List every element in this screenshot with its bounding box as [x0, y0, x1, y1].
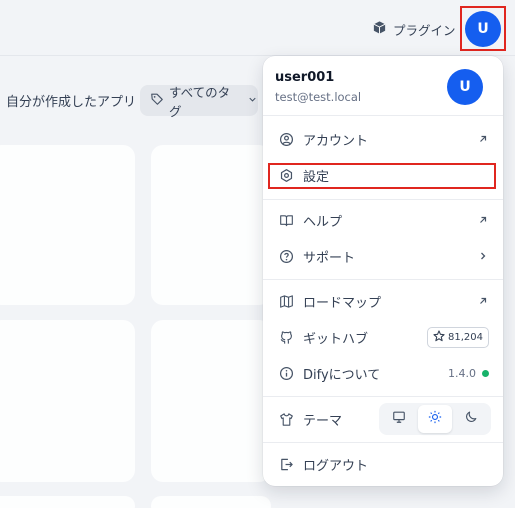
- settings-highlight-box: [268, 163, 496, 189]
- menu-user-header: user001 test@test.local U: [263, 56, 503, 115]
- divider: [263, 115, 503, 116]
- menu-item-account-label: アカウント: [303, 133, 369, 149]
- menu-item-account[interactable]: アカウント: [269, 123, 497, 155]
- menu-item-support[interactable]: サポート: [269, 240, 497, 272]
- menu-item-roadmap-label: ロードマップ: [303, 295, 382, 311]
- menu-item-help-label: ヘルプ: [303, 214, 343, 230]
- logout-icon: [279, 457, 294, 472]
- menu-item-theme: テーマ: [269, 403, 497, 435]
- app-card[interactable]: [151, 145, 271, 305]
- user-email: test@test.local: [275, 90, 362, 104]
- menu-item-logout[interactable]: ログアウト: [269, 448, 497, 480]
- app-card[interactable]: [151, 320, 271, 482]
- github-stars-count: 81,204: [448, 331, 483, 343]
- username: user001: [275, 70, 335, 85]
- menu-item-roadmap[interactable]: ロードマップ: [269, 285, 497, 317]
- account-dropdown-menu: user001 test@test.local U アカウント 設定 ヘルプ サ…: [263, 56, 503, 486]
- menu-item-github-label: ギットハブ: [303, 331, 369, 347]
- avatar: U: [447, 69, 483, 105]
- app-card[interactable]: [0, 496, 135, 508]
- menu-item-about-label: Difyについて: [303, 367, 381, 383]
- map-icon: [279, 294, 294, 309]
- book-icon: [279, 213, 294, 228]
- user-circle-icon: [279, 132, 294, 147]
- tag-filter-dropdown[interactable]: すべてのタグ: [140, 85, 258, 119]
- shirt-icon: [279, 412, 294, 427]
- menu-item-about[interactable]: Difyについて 1.4.0: [269, 357, 497, 389]
- theme-dark-button[interactable]: [454, 405, 488, 433]
- help-circle-icon: [279, 249, 294, 264]
- app-card[interactable]: [0, 145, 135, 305]
- github-stars-container: 81,204: [427, 321, 489, 353]
- menu-item-logout-label: ログアウト: [303, 458, 369, 474]
- chevron-right-icon: [477, 240, 489, 272]
- theme-system-button[interactable]: [382, 405, 416, 433]
- menu-item-help[interactable]: ヘルプ: [269, 204, 497, 236]
- arrow-up-right-icon: [477, 285, 489, 317]
- star-icon: [433, 329, 445, 345]
- menu-item-theme-label: テーマ: [303, 413, 343, 429]
- divider: [263, 442, 503, 443]
- github-stars-badge: 81,204: [427, 326, 489, 348]
- tag-filter-label: すべてのタグ: [169, 84, 231, 119]
- plugins-label: プラグイン: [393, 22, 456, 38]
- moon-icon: [464, 410, 478, 428]
- app-card[interactable]: [0, 320, 135, 482]
- divider: [263, 199, 503, 200]
- package-icon: [372, 20, 387, 38]
- menu-item-github[interactable]: ギットハブ 81,204: [269, 321, 497, 353]
- app-card[interactable]: [151, 496, 271, 508]
- menu-item-support-label: サポート: [303, 250, 356, 266]
- divider: [263, 396, 503, 397]
- theme-light-button[interactable]: [418, 405, 452, 433]
- created-by-me-filter[interactable]: 自分が作成したアプリ: [6, 91, 136, 110]
- arrow-up-right-icon: [477, 123, 489, 155]
- github-icon: [279, 330, 294, 345]
- info-icon: [279, 366, 294, 381]
- version-indicator: 1.4.0: [448, 357, 489, 389]
- avatar: U: [465, 10, 501, 47]
- divider: [263, 279, 503, 280]
- plugins-button[interactable]: プラグイン: [372, 18, 456, 40]
- version-text: 1.4.0: [448, 366, 476, 380]
- chevron-down-icon: [247, 93, 258, 108]
- sun-icon: [428, 410, 442, 428]
- arrow-up-right-icon: [477, 204, 489, 236]
- account-avatar-button[interactable]: U: [460, 6, 506, 51]
- monitor-icon: [392, 410, 406, 428]
- tag-icon: [150, 92, 164, 109]
- theme-switcher: [379, 403, 491, 435]
- top-bar: プラグイン U: [0, 0, 515, 56]
- status-dot: [482, 369, 489, 377]
